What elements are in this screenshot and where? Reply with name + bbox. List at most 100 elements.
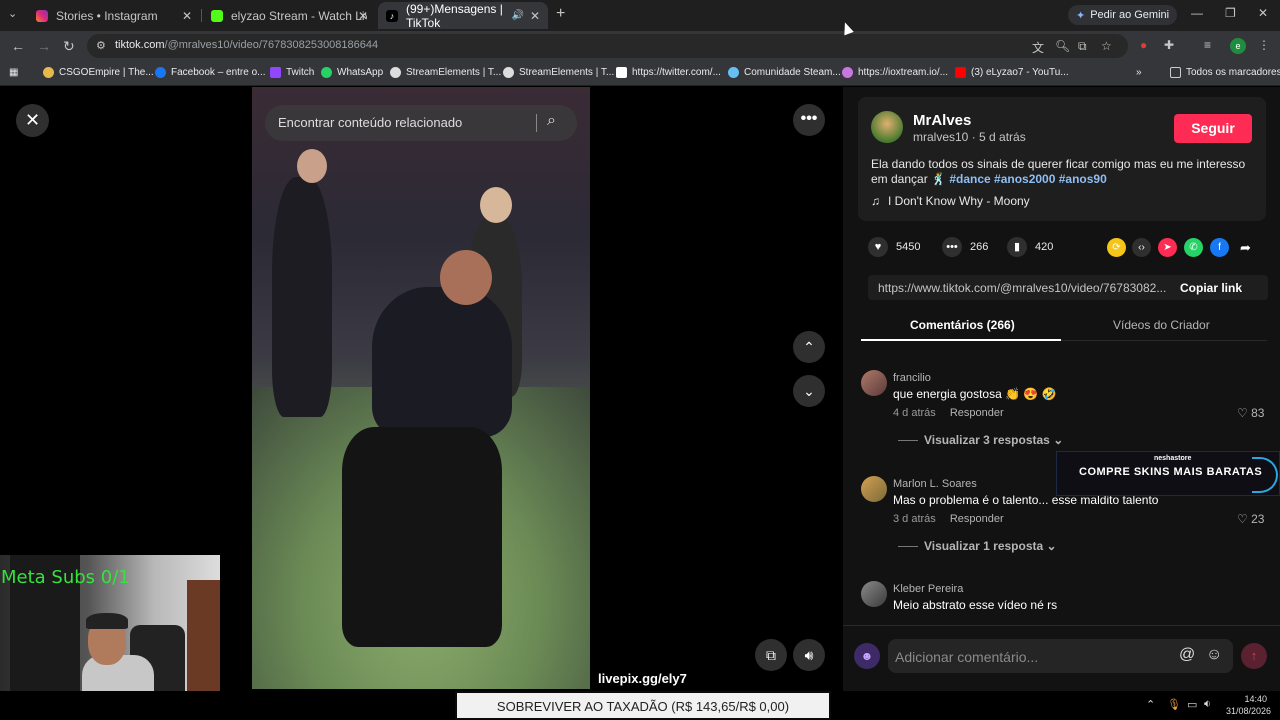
close-icon[interactable]: ✕ [530,9,540,23]
ad-brand: neshastore [1154,455,1192,462]
all-bookmarks-folder[interactable]: Todos os marcadores [1170,67,1280,78]
forward-button[interactable]: → [37,38,51,54]
music-link[interactable]: ♫ I Don't Know Why - Moony [871,194,1030,208]
emoji-icon[interactable]: ☺ [1206,646,1222,664]
bookmark-icon: ▮ [1007,237,1027,257]
author-name[interactable]: MrAlves [913,112,971,129]
extension-icon[interactable]: ● [1140,38,1147,52]
commenter-name[interactable]: Marlon L. Soares [893,478,977,490]
close-video-button[interactable]: ✕ [16,104,49,137]
search-icon[interactable]: ⌕ [547,112,556,130]
microphone-icon[interactable]: 🎙︎ [1167,698,1181,711]
tab-search-icon[interactable]: ⌄ [8,7,17,20]
bookmark-item[interactable]: https://ioxtream.io/... [842,67,948,78]
gemini-label: Pedir ao Gemini [1090,9,1170,21]
tab-instagram[interactable]: Stories • Instagram ✕ [28,2,200,29]
zoom-icon[interactable]: 🔍︎ [1055,39,1070,53]
repost-icon[interactable]: ⟳ [1107,238,1126,257]
close-icon[interactable]: ✕ [358,9,368,23]
bookmark-item[interactable]: CSGOEmpire | The... [43,67,154,78]
video-details-panel: MrAlves mralves10 · 5 d atrás Seguir Ela… [843,87,1280,691]
commenter-avatar[interactable] [861,476,887,502]
comment-like-button[interactable]: ♡ 23 [1237,512,1264,526]
menu-kebab-icon[interactable]: ⋮ [1258,38,1270,52]
cast-icon[interactable]: ⧉ [1078,39,1087,54]
related-content-search[interactable]: Encontrar conteúdo relacionado ⌕ [265,105,577,141]
whatsapp-icon[interactable]: ✆ [1184,238,1203,257]
send-icon[interactable]: ➤ [1158,238,1177,257]
tray-chevron-icon[interactable]: ⌃ [1146,698,1155,711]
network-icon[interactable]: ▭ [1187,698,1197,711]
bookmark-item[interactable]: WhatsApp [321,67,383,78]
follow-button[interactable]: Seguir [1174,114,1252,143]
address-bar[interactable]: ⚙ tiktok.com/@mralves10/video/7678308253… [87,34,1128,58]
reply-button[interactable]: Responder [950,513,1004,525]
commenter-name[interactable]: Kleber Pereira [893,583,963,595]
bookmark-star-icon[interactable]: ☆ [1101,39,1112,53]
bookmark-item[interactable]: Facebook – entre o... [155,67,266,78]
profile-avatar[interactable]: e [1230,38,1246,54]
volume-button[interactable]: 🔊︎ [793,639,825,671]
more-options-button[interactable]: ••• [793,104,825,136]
translate-icon[interactable]: 文 [1032,39,1044,56]
video-link[interactable]: https://www.tiktok.com/@mralves10/video/… [878,281,1168,295]
media-control-icon[interactable]: ≡ [1204,38,1211,52]
ask-gemini-button[interactable]: ✦ Pedir ao Gemini [1068,5,1178,25]
facebook-icon[interactable]: f [1210,238,1229,257]
tiktok-video-page: ✕ Encontrar conteúdo relacionado ⌕ ••• ⌃… [0,87,1280,691]
tab-kick-stream[interactable]: elyzao Stream - Watch Live on ✕ [203,2,376,29]
music-note-icon: ♫ [871,194,880,208]
share-arrow-icon[interactable]: ➦ [1236,238,1255,257]
comment-input[interactable]: Adicionar comentário... @ ☺ [888,639,1233,673]
back-button[interactable]: ← [11,38,25,54]
save-button[interactable]: ▮ 420 [1007,237,1053,257]
hashtags[interactable]: #dance #anos2000 #anos90 [949,172,1106,186]
window-close-button[interactable]: ✕ [1258,6,1268,20]
bookmark-item[interactable]: Comunidade Steam... [728,67,841,78]
commenter-name[interactable]: francilio [893,372,931,384]
next-video-button[interactable]: ⌄ [793,375,825,407]
tab-comments[interactable]: Comentários (266) [910,318,1015,332]
kick-icon [211,9,223,22]
comment-button[interactable]: ••• 266 [942,237,988,257]
minimize-button[interactable]: — [1191,6,1203,20]
tab-creator-videos[interactable]: Vídeos do Criador [1113,318,1210,332]
reply-button[interactable]: Responder [950,407,1004,419]
maximize-button[interactable]: ❐ [1225,6,1236,20]
bookmark-item[interactable]: StreamElements | T... [390,67,501,78]
extensions-puzzle-icon[interactable]: ✚ [1164,38,1174,52]
system-clock[interactable]: 14:40 31/08/2026 [1226,693,1271,717]
apps-grid-icon[interactable]: ▦ [9,67,18,78]
pip-button[interactable]: ⧉ [755,639,787,671]
author-avatar[interactable] [871,111,903,143]
speaker-icon[interactable]: 🔊 [512,10,524,21]
embed-icon[interactable]: ‹› [1132,238,1151,257]
post-comment-button[interactable]: ↑ [1241,643,1267,669]
user-avatar[interactable]: ☻ [854,643,880,669]
tab-title: Stories • Instagram [56,8,158,23]
volume-icon[interactable]: 🔉︎ [1204,698,1211,711]
bookmark-item[interactable]: https://twitter.com/... [616,67,721,78]
url-text[interactable]: tiktok.com/@mralves10/video/767830825300… [115,39,378,51]
close-icon[interactable]: ✕ [182,9,192,23]
video-frame [272,177,332,417]
mention-icon[interactable]: @ [1179,646,1195,664]
copy-link-button[interactable]: Copiar link [1180,281,1242,295]
tab-tiktok[interactable]: ♪ (99+)Mensagens | TikTok 🔊 ✕ [378,2,548,30]
reload-button[interactable]: ↻ [63,38,75,55]
site-info-icon[interactable]: ⚙ [96,39,106,52]
view-replies-button[interactable]: Visualizar 3 respostas ⌄ [898,433,1063,447]
bookmark-item[interactable]: StreamElements | T... [503,67,614,78]
new-tab-button[interactable]: + [556,5,565,23]
video-player[interactable]: Encontrar conteúdo relacionado ⌕ [252,87,590,689]
more-bookmarks-icon[interactable]: » [1136,67,1142,78]
active-tab-indicator [861,339,1061,341]
comment-like-button[interactable]: ♡ 83 [1237,406,1264,420]
bookmark-item[interactable]: (3) eLyzao7 - YouTu... [955,67,1069,78]
commenter-avatar[interactable] [861,581,887,607]
view-replies-button[interactable]: Visualizar 1 resposta ⌄ [898,539,1057,553]
bookmark-item[interactable]: Twitch [270,67,314,78]
previous-video-button[interactable]: ⌃ [793,331,825,363]
commenter-avatar[interactable] [861,370,887,396]
like-button[interactable]: ♥ 5450 [868,237,920,257]
